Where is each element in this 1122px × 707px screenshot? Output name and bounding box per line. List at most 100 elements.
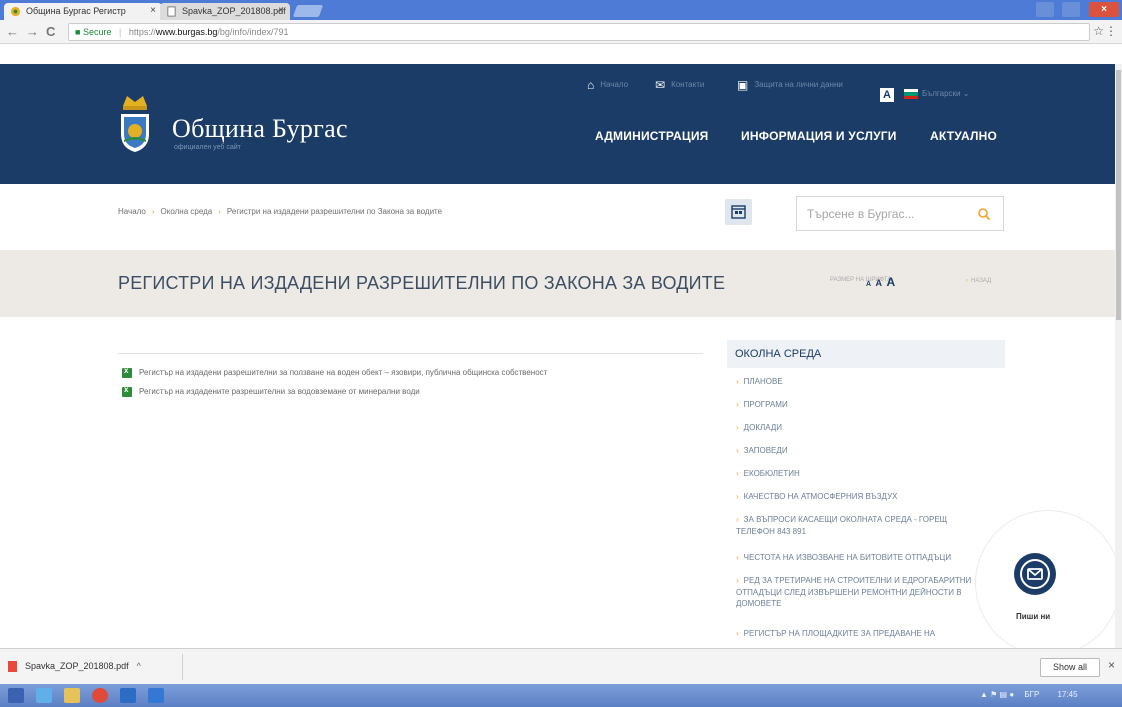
- utility-contacts-link[interactable]: ✉ Контакти: [655, 78, 704, 92]
- bookmark-star-icon[interactable]: ☆: [1093, 24, 1104, 38]
- system-tray: ▲ ⚑ ▤ ● БГР 17:45: [980, 690, 1078, 699]
- new-tab-button[interactable]: [292, 5, 324, 17]
- site-favicon-icon: [10, 6, 21, 17]
- chevron-up-icon[interactable]: ^: [137, 661, 141, 671]
- font-size-medium-button[interactable]: A: [876, 278, 883, 288]
- window-close-button[interactable]: ×: [1089, 2, 1119, 17]
- excel-file-icon: [122, 366, 132, 378]
- sidebar-item-label: ЧЕСТОТА НА ИЗВОЗВАНЕ НА БИТОВИТЕ ОТПАДЪЦ…: [743, 553, 952, 562]
- browser-tab-burgas[interactable]: Община Бургас Регистр ×: [4, 3, 162, 20]
- reload-icon[interactable]: C: [46, 24, 55, 39]
- tab-close-icon[interactable]: ×: [278, 5, 284, 16]
- contrast-toggle-button[interactable]: A: [880, 88, 894, 102]
- chat-label[interactable]: Пиши ни: [1016, 612, 1050, 621]
- breadcrumb: Начало › Околна среда › Регистри на издадени…: [118, 207, 442, 216]
- forward-arrow-icon[interactable]: →: [26, 24, 39, 39]
- home-icon: ⌂: [587, 78, 595, 92]
- url-scheme: https://: [128, 27, 156, 37]
- scrollbar-thumb[interactable]: [1116, 70, 1121, 320]
- word-icon[interactable]: [148, 688, 164, 703]
- browser-tab-strip: Община Бургас Регистр × Spavka_ZOP_20180…: [0, 0, 1122, 20]
- nav-information-services[interactable]: ИНФОРМАЦИЯ И УСЛУГИ: [741, 129, 897, 143]
- breadcrumb-environment[interactable]: Околна среда: [161, 207, 213, 216]
- sidebar-item-plans[interactable]: › ПЛАНОВЕ: [736, 376, 986, 388]
- chrome-icon[interactable]: [92, 688, 108, 703]
- window-minimize-button[interactable]: [1036, 2, 1054, 17]
- breadcrumb-home[interactable]: Начало: [118, 207, 146, 216]
- breadcrumb-separator: ›: [218, 207, 221, 216]
- browser-menu-icon[interactable]: ⋮: [1105, 24, 1117, 38]
- address-bar[interactable]: ■ Secure | https://www.burgas.bg/bg/info…: [68, 23, 1090, 41]
- burgas-coat-of-arms-logo[interactable]: [115, 84, 155, 154]
- document-link[interactable]: Регистър на издадени разрешителни за пол…: [139, 368, 547, 377]
- chevron-right-icon: ›: [736, 515, 739, 524]
- chevron-right-icon: ›: [736, 576, 739, 585]
- sidebar-item-label: РЕД ЗА ТРЕТИРАНЕ НА СТРОИТЕЛНИ И ЕДРОГАБ…: [736, 576, 972, 609]
- breadcrumb-separator: ›: [151, 207, 155, 216]
- pdf-file-icon: [8, 661, 17, 673]
- window-maximize-button[interactable]: [1062, 2, 1080, 17]
- breadcrumb-current: Регистри на издадени разрешителни по Зак…: [226, 207, 443, 216]
- nav-current[interactable]: АКТУАЛНО: [930, 129, 997, 143]
- utility-privacy-link[interactable]: ▣ Защита на лични данни: [737, 78, 843, 92]
- close-icon[interactable]: ×: [1108, 658, 1115, 672]
- document-link[interactable]: Регистър на издадените разрешителни за в…: [139, 387, 420, 396]
- sidebar-item-label: ЗА ВЪПРОСИ КАСАЕЩИ ОКОЛНАТА СРЕДА - ГОРЕ…: [736, 515, 948, 536]
- start-button[interactable]: [8, 688, 24, 703]
- show-all-button[interactable]: Show all: [1040, 658, 1100, 677]
- list-item[interactable]: Регистър на издадени разрешителни за пол…: [122, 366, 547, 378]
- chevron-right-icon: ›: [736, 492, 739, 501]
- language-indicator[interactable]: БГР: [1024, 690, 1039, 699]
- chat-button[interactable]: [1014, 553, 1056, 595]
- list-item[interactable]: Регистър на издадените разрешителни за в…: [122, 385, 420, 397]
- download-item[interactable]: Spavka_ZOP_201808.pdf ^: [8, 661, 141, 673]
- sidebar-item-air-quality[interactable]: › КАЧЕСТВО НА АТМОСФЕРНИЯ ВЪЗДУХ: [736, 491, 986, 503]
- back-arrow-icon[interactable]: ←: [6, 24, 19, 39]
- nav-administration[interactable]: АДМИНИСТРАЦИЯ: [595, 129, 709, 143]
- font-size-small-button[interactable]: A: [866, 281, 871, 288]
- chevron-right-icon: ›: [736, 629, 739, 638]
- explorer-icon[interactable]: [64, 688, 80, 703]
- download-filename: Spavka_ZOP_201808.pdf: [25, 661, 129, 671]
- site-name[interactable]: Община Бургас: [172, 114, 348, 144]
- outlook-icon[interactable]: [120, 688, 136, 703]
- sidebar-item-reports[interactable]: › ДОКЛАДИ: [736, 422, 986, 434]
- search-input[interactable]: [797, 197, 957, 230]
- calendar-button[interactable]: [725, 199, 752, 225]
- chevron-right-icon: ›: [736, 446, 739, 455]
- search-icon[interactable]: [977, 207, 991, 221]
- sidebar-item-orders[interactable]: › ЗАПОВЕДИ: [736, 445, 986, 457]
- downloads-bar: Spavka_ZOP_201808.pdf ^ Show all ×: [0, 648, 1122, 684]
- font-size-large-button[interactable]: A: [886, 275, 895, 289]
- sidebar-item-hotline[interactable]: › ЗА ВЪПРОСИ КАСАЕЩИ ОКОЛНАТА СРЕДА - ГОР…: [736, 514, 986, 537]
- id-card-icon: ▣: [737, 78, 749, 92]
- browser-toolbar: ← → C ■ Secure | https://www.burgas.bg/b…: [0, 20, 1122, 44]
- clock[interactable]: 17:45: [1058, 690, 1078, 699]
- tab-close-icon[interactable]: ×: [150, 5, 156, 16]
- tray-icons[interactable]: ▲ ⚑ ▤ ●: [980, 690, 1014, 699]
- utility-home-link[interactable]: ⌂ Начало: [587, 78, 628, 92]
- utility-label: Контакти: [671, 80, 705, 90]
- ie-icon[interactable]: [36, 688, 52, 703]
- language-selector[interactable]: Български ⌄: [922, 89, 969, 98]
- url-host: www.burgas.bg: [155, 27, 218, 37]
- font-size-controls: A A A: [866, 273, 895, 291]
- back-label: НАЗАД: [971, 278, 992, 284]
- downloads-divider: [182, 654, 183, 680]
- browser-tab-pdf[interactable]: Spavka_ZOP_201808.pdf ×: [160, 3, 290, 20]
- sidebar-item-ecobulletin[interactable]: › ЕКОБЮЛЕТИН: [736, 468, 986, 480]
- sidebar-item-waste-frequency[interactable]: › ЧЕСТОТА НА ИЗВОЗВАНЕ НА БИТОВИТЕ ОТПАДЪ…: [736, 552, 986, 564]
- calendar-icon: [731, 205, 746, 219]
- tab-title: Община Бургас Регистр: [26, 6, 126, 16]
- sidebar-heading[interactable]: ОКОЛНА СРЕДА: [727, 340, 1005, 368]
- windows-taskbar: ▲ ⚑ ▤ ● БГР 17:45: [0, 684, 1122, 707]
- sidebar-item-construction-waste[interactable]: › РЕД ЗА ТРЕТИРАНЕ НА СТРОИТЕЛНИ И ЕДРОГА…: [736, 575, 986, 610]
- sidebar-item-programs[interactable]: › ПРОГРАМИ: [736, 399, 986, 411]
- chevron-right-icon: ›: [736, 553, 739, 562]
- chevron-right-icon: ›: [736, 400, 739, 409]
- secure-label: Secure: [82, 27, 112, 37]
- back-link[interactable]: ‹ НАЗАД: [966, 278, 991, 284]
- envelope-icon: [1020, 559, 1050, 589]
- sidebar-item-collection-sites[interactable]: › РЕГИСТЪР НА ПЛОЩАДКИТЕ ЗА ПРЕДАВАНЕ НА: [736, 628, 986, 640]
- sidebar-item-label: ЕКОБЮЛЕТИН: [743, 469, 800, 478]
